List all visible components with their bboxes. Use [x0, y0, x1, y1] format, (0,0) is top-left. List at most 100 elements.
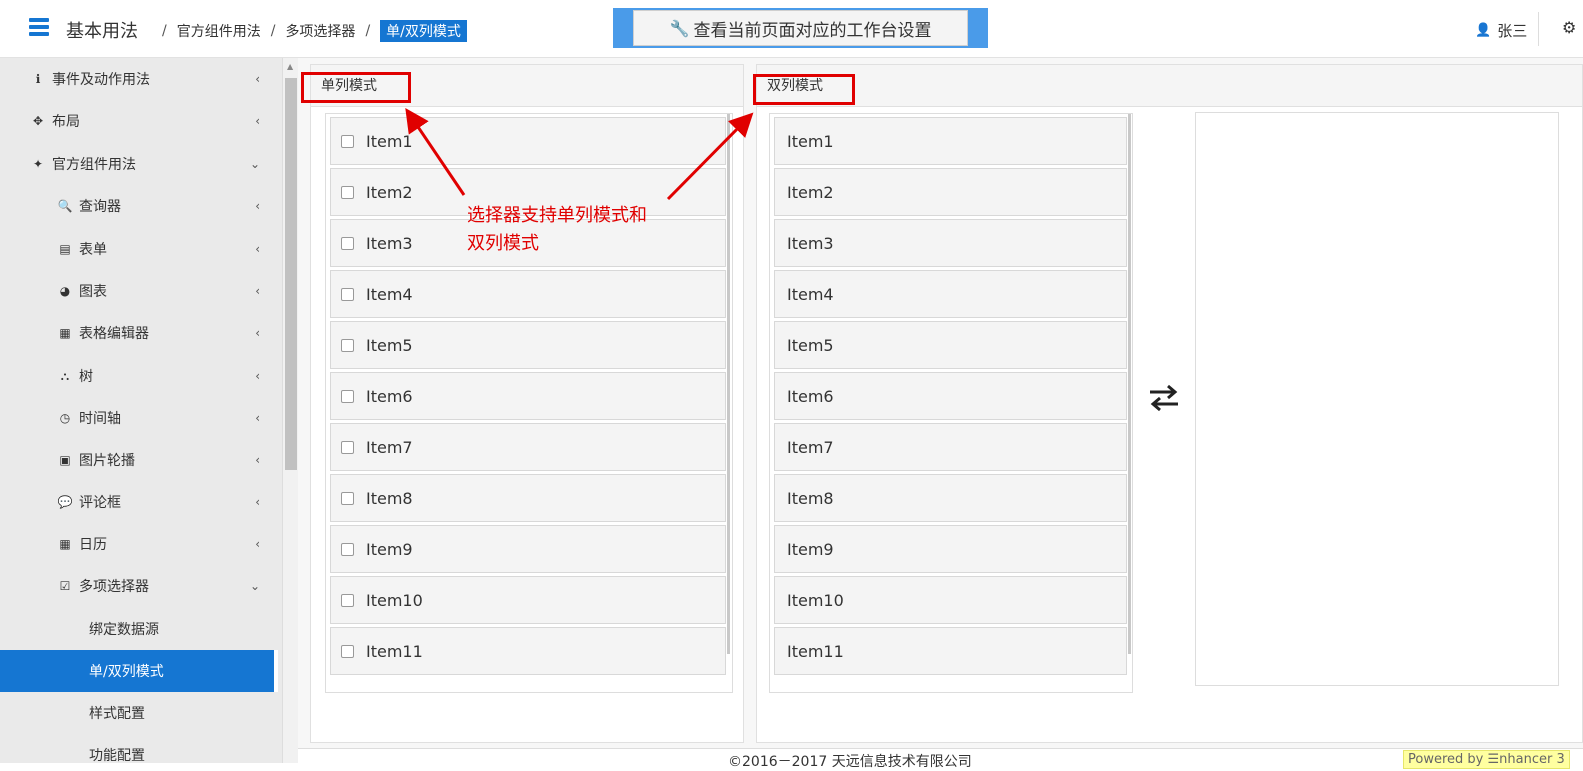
item-checkbox[interactable]	[341, 440, 354, 454]
list-item[interactable]: Item3	[774, 219, 1127, 267]
sidebar-scroll-thumb[interactable]	[285, 78, 297, 470]
pie-chart-icon: ◕	[59, 284, 71, 298]
sidebar-item-label: 日历	[79, 537, 107, 553]
footer: ©2016－2017 天远信息技术有限公司 Powered by ☰nhance…	[298, 748, 1583, 770]
list-item-label: Item9	[787, 539, 834, 559]
item-checkbox[interactable]	[341, 593, 354, 607]
sidebar-item[interactable]: 绑定数据源	[0, 608, 278, 650]
wrench-icon: 🔧	[669, 18, 690, 38]
list-item[interactable]: Item10	[330, 576, 726, 624]
list-item-label: Item10	[787, 590, 844, 610]
chevron-down-icon: ⌄	[249, 579, 260, 593]
annotation-text: 选择器支持单列模式和 双列模式	[467, 202, 647, 258]
list-alt-icon: ▤	[59, 242, 71, 256]
item-checkbox[interactable]	[341, 338, 354, 352]
list-item[interactable]: Item11	[330, 627, 726, 675]
item-checkbox[interactable]	[341, 185, 354, 199]
sidebar-item[interactable]: ⛬ 树 ‹	[0, 355, 278, 397]
scroll-up-icon[interactable]: ▲	[287, 62, 293, 71]
list-item[interactable]: Item4	[330, 270, 726, 318]
list-item[interactable]: Item5	[774, 321, 1127, 369]
sidebar-item-label: 查询器	[79, 199, 121, 215]
item-checkbox[interactable]	[341, 236, 354, 250]
item-checkbox[interactable]	[341, 134, 354, 148]
sidebar-item[interactable]: ▦ 日历 ‹	[0, 523, 278, 565]
sidebar-item[interactable]: 单/双列模式	[0, 650, 278, 692]
item-checkbox[interactable]	[341, 389, 354, 403]
list-item[interactable]: Item2	[774, 168, 1127, 216]
list-item[interactable]: Item6	[330, 372, 726, 420]
list-item[interactable]: Item10	[774, 576, 1127, 624]
transfer-arrows-icon[interactable]	[1146, 383, 1182, 413]
sidebar-item[interactable]: 🔍 查询器 ‹	[0, 185, 278, 227]
chevron-left-icon: ‹	[255, 199, 260, 213]
sidebar-item[interactable]: ◷ 时间轴 ‹	[0, 397, 278, 439]
double-title-highlight	[753, 74, 855, 105]
menu-toggle-icon[interactable]	[29, 18, 49, 38]
sidebar: ℹ 事件及动作用法 ‹ ✥ 布局 ‹ ✦ 官方组件用法 ⌄ 🔍 查询器 ‹ ▤ 表单 ‹ ◕ 图表 ‹ ▦ 表格编辑器…	[0, 58, 282, 763]
list-item-label: Item1	[366, 131, 413, 151]
app-title: 基本用法	[66, 21, 138, 42]
list-item[interactable]: Item7	[330, 423, 726, 471]
chevron-left-icon: ‹	[255, 369, 260, 383]
chevron-left-icon: ‹	[255, 537, 260, 551]
list-item[interactable]: Item7	[774, 423, 1127, 471]
single-list-scrollbar[interactable]	[727, 114, 730, 654]
item-checkbox[interactable]	[341, 491, 354, 505]
sidebar-item[interactable]: ▤ 表单 ‹	[0, 228, 278, 270]
top-bar: 基本用法 / 官方组件用法 / 多项选择器 / 单/双列模式 🔧 查看当前页面对…	[0, 0, 1583, 58]
list-item[interactable]: Item11	[774, 627, 1127, 675]
puzzle-icon: ✦	[32, 157, 44, 171]
item-checkbox[interactable]	[341, 287, 354, 301]
list-item[interactable]: Item9	[774, 525, 1127, 573]
item-checkbox[interactable]	[341, 644, 354, 658]
list-item[interactable]: Item5	[330, 321, 726, 369]
sidebar-item[interactable]: ✥ 布局 ‹	[0, 100, 278, 142]
chevron-left-icon: ‹	[255, 453, 260, 467]
comment-icon: 💬	[57, 495, 73, 509]
breadcrumb-item-official-components[interactable]: 官方组件用法	[177, 21, 261, 41]
cogs-icon[interactable]: ⚙	[1562, 18, 1576, 37]
list-item-label: Item6	[787, 386, 834, 406]
item-checkbox[interactable]	[341, 542, 354, 556]
double-column-source-list: Item1 Item2 Item3 Item4 Item5 Item6 Item7 Item8…	[769, 113, 1133, 693]
list-item[interactable]: Item8	[774, 474, 1127, 522]
user-icon: 👤	[1475, 23, 1492, 38]
list-item[interactable]: Item8	[330, 474, 726, 522]
breadcrumb-item-multi-selector[interactable]: 多项选择器	[285, 21, 355, 41]
double-column-target-list	[1195, 112, 1559, 686]
sidebar-item[interactable]: ☑ 多项选择器 ⌄	[0, 565, 278, 607]
sidebar-item[interactable]: ▦ 表格编辑器 ‹	[0, 312, 278, 354]
list-item[interactable]: Item4	[774, 270, 1127, 318]
info-circle-icon: ℹ	[35, 72, 41, 86]
sidebar-item[interactable]: 功能配置	[0, 734, 278, 763]
sidebar-scrollbar[interactable]: ▲	[282, 58, 298, 763]
user-menu[interactable]: 👤 张三	[1475, 20, 1527, 41]
sidebar-item[interactable]: ✦ 官方组件用法 ⌄	[0, 143, 278, 185]
list-item-label: Item6	[366, 386, 413, 406]
sidebar-item-label: 事件及动作用法	[52, 72, 150, 88]
workbench-settings-button[interactable]: 🔧 查看当前页面对应的工作台设置	[633, 10, 968, 46]
breadcrumb-separator: /	[162, 23, 167, 39]
sidebar-item[interactable]: ◕ 图表 ‹	[0, 270, 278, 312]
list-item[interactable]: Item6	[774, 372, 1127, 420]
table-icon: ▦	[59, 326, 71, 340]
sidebar-item[interactable]: 💬 评论框 ‹	[0, 481, 278, 523]
header-divider	[1538, 12, 1539, 46]
list-item[interactable]: Item1	[330, 117, 726, 165]
double-list-scrollbar[interactable]	[1128, 114, 1131, 654]
sidebar-item-label: 多项选择器	[79, 579, 149, 595]
list-item[interactable]: Item1	[774, 117, 1127, 165]
powered-by-badge[interactable]: Powered by ☰nhancer 3	[1403, 750, 1570, 769]
sidebar-item-label: 样式配置	[89, 706, 145, 722]
list-item-label: Item4	[787, 284, 834, 304]
sidebar-item-label: 表格编辑器	[79, 326, 149, 342]
sidebar-item[interactable]: ▣ 图片轮播 ‹	[0, 439, 278, 481]
single-column-panel: 单列模式 Item1 Item2 Item3 Item4 Item5 Item6 Item7…	[310, 64, 744, 743]
sidebar-item[interactable]: 样式配置	[0, 692, 278, 734]
list-item[interactable]: Item9	[330, 525, 726, 573]
list-item-label: Item8	[366, 488, 413, 508]
chevron-left-icon: ‹	[255, 72, 260, 86]
list-item-label: Item1	[787, 131, 834, 151]
sidebar-item[interactable]: ℹ 事件及动作用法 ‹	[0, 58, 278, 100]
